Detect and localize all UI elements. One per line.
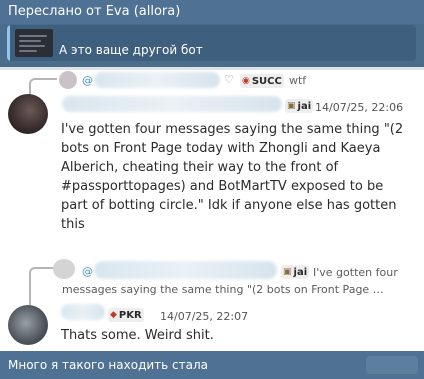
reply-preview-text: А это ваще другой бот bbox=[59, 43, 203, 57]
jai-icon: ▣ bbox=[283, 267, 292, 277]
user-avatar[interactable] bbox=[8, 94, 48, 134]
reply-preview-text: I've gotten four bbox=[313, 266, 398, 279]
pkr-icon: ◆ bbox=[110, 310, 117, 320]
blurred-username bbox=[94, 72, 220, 88]
reply-preview-text: messages saying the same thing "(2 bots … bbox=[62, 283, 384, 296]
forward-header[interactable]: Переслано от Eva (allora) bbox=[0, 0, 424, 24]
message-timestamp: 14/07/25, 22:06 bbox=[315, 101, 404, 114]
mention-at-icon: @ bbox=[82, 265, 93, 278]
user-avatar[interactable] bbox=[8, 305, 48, 345]
screenshot-card[interactable]: @ ♡ ◉ SUCC wtf ▣ jai 14/07/25, 22:06 I'v… bbox=[0, 67, 424, 351]
succ-icon: ◉ bbox=[242, 76, 250, 86]
reply-thumbnail bbox=[15, 29, 53, 57]
role-badge: ◉ SUCC bbox=[240, 74, 284, 88]
message-text: I've gotten four messages saying the sam… bbox=[61, 122, 404, 232]
role-badge: ▣ jai bbox=[281, 265, 310, 279]
jai-icon: ▣ bbox=[287, 101, 296, 111]
blurred-username bbox=[62, 96, 282, 112]
forward-title[interactable]: Переслано от Eva (allora) bbox=[8, 4, 180, 19]
reply-avatar bbox=[59, 71, 77, 89]
reply-preview[interactable]: А это ваще другой бот bbox=[7, 25, 416, 61]
role-badge: ◆ PKR bbox=[108, 308, 144, 322]
message-timestamp: 14/07/25, 22:07 bbox=[160, 310, 249, 323]
mention-at-icon: @ bbox=[82, 74, 93, 87]
blurred-username bbox=[94, 261, 277, 279]
role-badge: ▣ jai bbox=[285, 99, 314, 113]
heart-icon: ♡ bbox=[224, 73, 234, 86]
reply-accent-bar bbox=[7, 25, 10, 61]
scrollbar-thumb[interactable] bbox=[366, 356, 418, 374]
reply-preview-text: wtf bbox=[289, 74, 307, 87]
blurred-username bbox=[61, 304, 105, 320]
reply-avatar bbox=[53, 259, 75, 279]
caption-text: Много я такого находить стала bbox=[8, 358, 209, 372]
message-text: Thats some. Weird shit. bbox=[61, 328, 214, 343]
caption-bar[interactable]: Много я такого находить стала bbox=[0, 351, 424, 379]
card-top-strip bbox=[0, 67, 424, 70]
